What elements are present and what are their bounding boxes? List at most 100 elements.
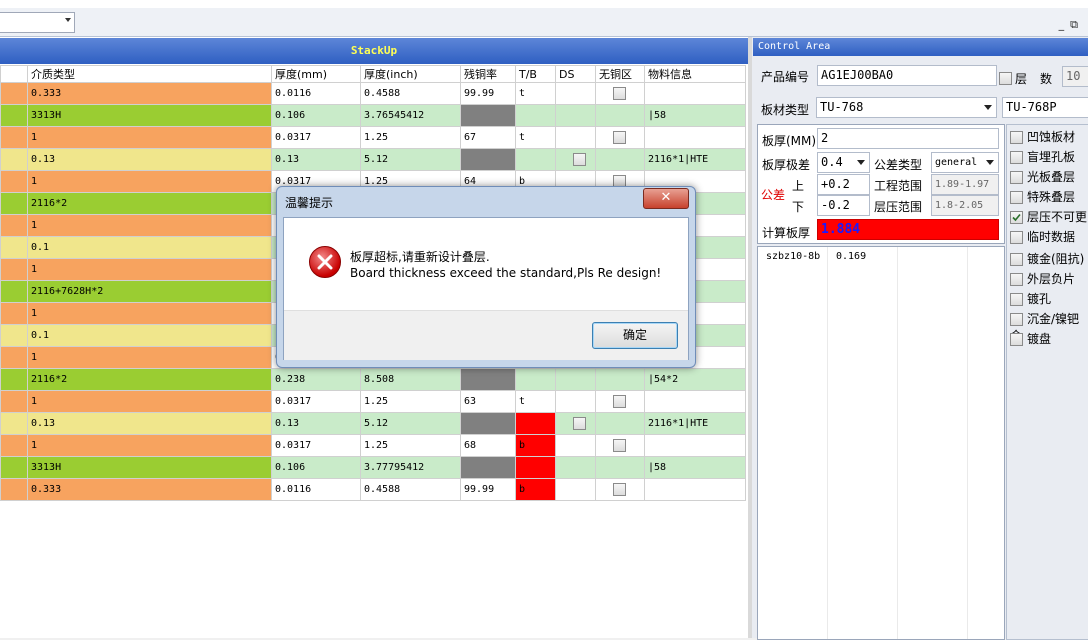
checkbox[interactable] [613,395,626,408]
row-indicator[interactable] [0,236,28,259]
table-row[interactable]: 3313H 0.106 3.77795412 |58 [0,456,746,479]
cell-dielectric-type[interactable]: 1 [27,214,272,237]
cell-dielectric-type[interactable]: 3313H [27,456,272,479]
material-list[interactable] [757,246,1005,640]
cell-dielectric-type[interactable]: 1 [27,346,272,369]
column-header[interactable]: T/B [515,65,556,83]
cell-thickness-mm[interactable]: 0.0116 [271,478,361,501]
cell-thickness-inch[interactable]: 0.4588 [360,478,461,501]
cell-thickness-inch[interactable]: 3.77795412 [360,456,461,479]
cell-dielectric-type[interactable]: 1 [27,170,272,193]
row-indicator[interactable] [0,346,28,369]
thickness-input[interactable]: 2 [817,128,999,149]
cell-thickness-inch[interactable]: 1.25 [360,434,461,457]
cell-copper-rate[interactable] [460,368,516,391]
cell-thickness-inch[interactable]: 1.25 [360,126,461,149]
cell-dielectric-type[interactable]: 0.13 [27,412,272,435]
cell-ds[interactable] [555,478,596,501]
toolbar-combo[interactable] [0,12,75,33]
option-item[interactable]: 镀金(阻抗) [1010,250,1084,267]
checkbox[interactable] [1010,131,1023,144]
row-indicator[interactable] [0,258,28,281]
tolerance-type-select[interactable]: general [931,152,999,173]
row-indicator[interactable] [0,170,28,193]
cell-copper-rate[interactable]: 63 [460,390,516,413]
cell-material-info[interactable] [644,434,746,457]
cell-no-copper[interactable] [595,368,645,391]
cell-dielectric-type[interactable]: 2116*2 [27,192,272,215]
layer-count-input[interactable]: 10 [1062,66,1088,87]
cell-thickness-mm[interactable]: 0.0317 [271,434,361,457]
cell-copper-rate[interactable] [460,148,516,171]
cell-dielectric-type[interactable]: 0.13 [27,148,272,171]
row-indicator[interactable] [0,214,28,237]
cell-tb[interactable] [515,368,556,391]
cell-dielectric-type[interactable]: 1 [27,126,272,149]
cell-thickness-inch[interactable]: 5.12 [360,148,461,171]
checkbox[interactable] [1010,333,1023,346]
row-indicator[interactable] [0,82,28,105]
checkbox[interactable] [613,483,626,496]
checkbox[interactable] [1010,151,1023,164]
cell-ds[interactable] [555,456,596,479]
lower-tolerance-input[interactable]: -0.2 [817,195,870,216]
cell-no-copper[interactable] [595,434,645,457]
row-indicator[interactable] [0,280,28,303]
cell-material-info[interactable] [644,126,746,149]
column-header[interactable]: 介质类型 [27,65,272,83]
cell-material-info[interactable] [644,390,746,413]
option-item[interactable]: 临时数据 [1010,228,1075,245]
cell-thickness-mm[interactable]: 0.13 [271,148,361,171]
table-row[interactable]: 1 0.0317 1.25 67 t [0,126,746,149]
cell-copper-rate[interactable] [460,456,516,479]
cell-dielectric-type[interactable]: 1 [27,258,272,281]
table-row[interactable]: 3313H 0.106 3.76545412 |58 [0,104,746,127]
cell-ds[interactable] [555,82,596,105]
cell-material-info[interactable]: |54*2 [644,368,746,391]
cell-tb[interactable]: t [515,82,556,105]
cell-thickness-inch[interactable]: 5.12 [360,412,461,435]
cell-no-copper[interactable] [595,478,645,501]
checkbox[interactable] [1010,293,1023,306]
cell-tb[interactable] [515,148,556,171]
checkbox[interactable] [613,131,626,144]
checkbox[interactable] [573,417,586,430]
cell-material-info[interactable]: |58 [644,456,746,479]
row-indicator[interactable] [0,148,28,171]
cell-copper-rate[interactable]: 67 [460,126,516,149]
cell-tb[interactable] [515,104,556,127]
table-row[interactable]: 0.13 0.13 5.12 2116*1|HTE [0,148,746,171]
cell-thickness-inch[interactable]: 0.4588 [360,82,461,105]
cell-material-info[interactable] [644,478,746,501]
cell-dielectric-type[interactable]: 0.1 [27,324,272,347]
cell-tb[interactable]: b [515,478,556,501]
cell-dielectric-type[interactable]: 0.1 [27,236,272,259]
cell-copper-rate[interactable]: 99.99 [460,478,516,501]
cell-ds[interactable] [555,368,596,391]
option-item[interactable]: 光板叠层 [1010,168,1075,185]
cell-copper-rate[interactable] [460,104,516,127]
cell-dielectric-type[interactable]: 1 [27,302,272,325]
checkbox[interactable] [1010,273,1023,286]
cell-thickness-mm[interactable]: 0.106 [271,104,361,127]
cell-dielectric-type[interactable]: 1 [27,390,272,413]
row-indicator[interactable] [0,368,28,391]
checkbox[interactable] [613,87,626,100]
cell-thickness-mm[interactable]: 0.0116 [271,82,361,105]
checkbox[interactable] [613,439,626,452]
dialog-close-button[interactable]: ✕ [643,188,689,209]
cell-dielectric-type[interactable]: 0.333 [27,82,272,105]
row-indicator[interactable] [0,302,28,325]
table-row[interactable]: 0.333 0.0116 0.4588 99.99 b [0,478,746,501]
cell-no-copper[interactable] [595,412,645,435]
row-indicator[interactable] [0,192,28,215]
cell-copper-rate[interactable]: 99.99 [460,82,516,105]
cell-material-info[interactable]: 2116*1|HTE [644,148,746,171]
column-header[interactable]: 厚度(inch) [360,65,461,83]
column-header[interactable]: 无铜区 [595,65,645,83]
cell-ds[interactable] [555,434,596,457]
cell-ds[interactable] [555,148,596,171]
ok-button[interactable]: 确定 [592,322,678,349]
cell-no-copper[interactable] [595,456,645,479]
cell-tb[interactable] [515,412,556,435]
